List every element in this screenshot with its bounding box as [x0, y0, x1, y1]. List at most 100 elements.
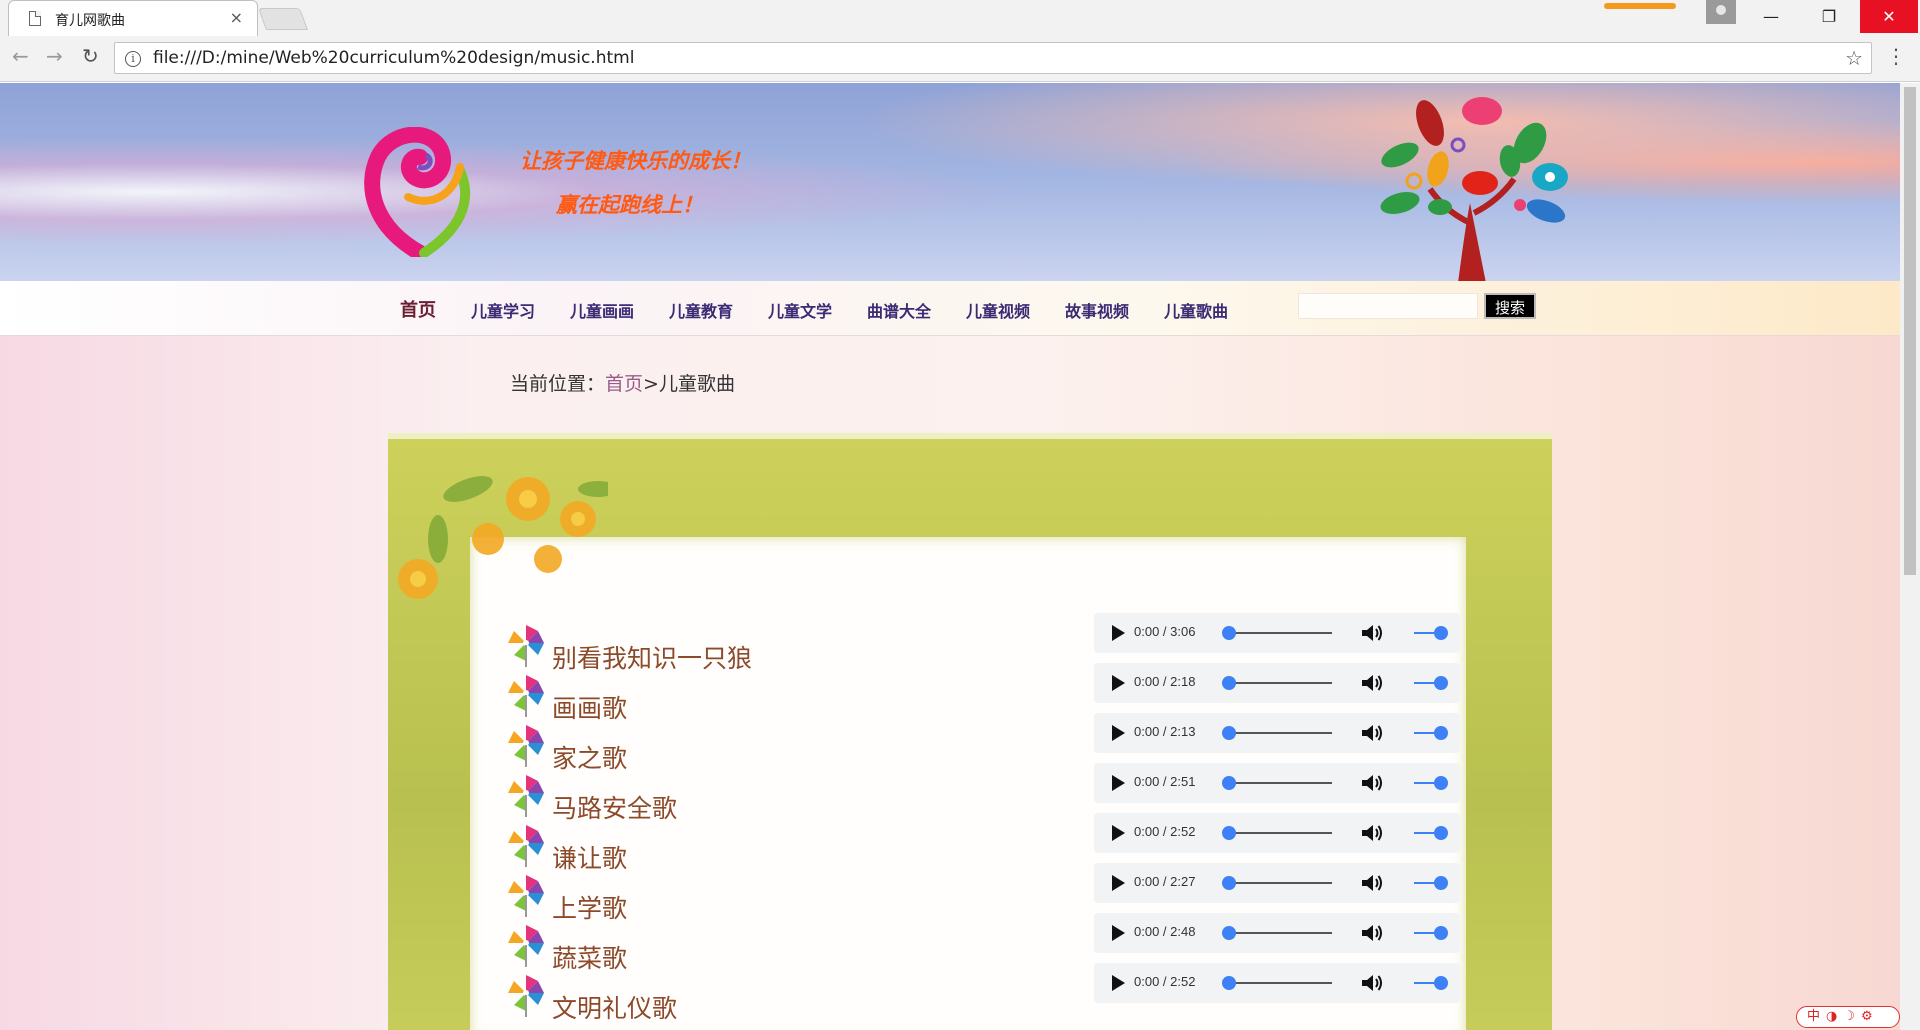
nav-home[interactable]: 首页 — [400, 296, 436, 322]
volume-thumb[interactable] — [1434, 826, 1448, 840]
play-icon[interactable] — [1112, 825, 1125, 841]
song-item[interactable]: 蔬菜歌 — [506, 923, 886, 973]
windmill-icon — [508, 725, 544, 767]
volume-thumb[interactable] — [1434, 876, 1448, 890]
info-icon[interactable]: i — [125, 51, 141, 67]
windmill-icon — [508, 975, 544, 1017]
song-item[interactable]: 家之歌 — [506, 723, 886, 773]
address-bar[interactable]: i file:///D:/mine/Web%20curriculum%20des… — [114, 42, 1872, 74]
song-title[interactable]: 谦让歌 — [552, 839, 627, 875]
bookmark-star-icon[interactable]: ☆ — [1845, 46, 1863, 70]
progress-thumb[interactable] — [1222, 876, 1236, 890]
play-icon[interactable] — [1112, 625, 1125, 641]
close-window-button[interactable]: ✕ — [1860, 0, 1918, 33]
active-tab[interactable]: 育儿网歌曲 × — [8, 0, 258, 36]
reload-icon[interactable]: ↻ — [82, 44, 99, 68]
volume-thumb[interactable] — [1434, 726, 1448, 740]
nav-story-videos[interactable]: 故事视频 — [1065, 298, 1129, 322]
volume-icon[interactable] — [1360, 922, 1384, 944]
page-scrollbar[interactable] — [1900, 83, 1920, 1030]
song-title[interactable]: 文明礼仪歌 — [552, 989, 677, 1025]
browser-menu-icon[interactable]: ⋮ — [1886, 44, 1906, 68]
song-title[interactable]: 家之歌 — [552, 739, 627, 775]
volume-icon[interactable] — [1360, 672, 1384, 694]
progress-thumb[interactable] — [1222, 926, 1236, 940]
song-title[interactable]: 上学歌 — [552, 889, 627, 925]
volume-icon[interactable] — [1360, 972, 1384, 994]
volume-icon[interactable] — [1360, 622, 1384, 644]
breadcrumb-home-link[interactable]: 首页 — [605, 373, 643, 395]
volume-thumb[interactable] — [1434, 776, 1448, 790]
song-title[interactable]: 别看我知识一只狼 — [552, 639, 752, 675]
progress-thumb[interactable] — [1222, 626, 1236, 640]
audio-player[interactable]: 0:00 / 2:48 — [1094, 913, 1460, 953]
ime-toolbar[interactable]: 中◑☽⚙ — [1796, 1006, 1900, 1028]
header-banner: 让孩子健康快乐的成长！ 赢在起跑线上！ — [0, 83, 1900, 283]
slogan-line-2: 赢在起跑线上！ — [556, 193, 703, 217]
progress-track[interactable] — [1224, 932, 1332, 934]
search-input[interactable] — [1298, 293, 1478, 319]
song-item[interactable]: 文明礼仪歌 — [506, 973, 886, 1023]
song-item[interactable]: 马路安全歌 — [506, 773, 886, 823]
audio-player[interactable]: 0:00 / 3:06 — [1094, 613, 1460, 653]
search-button[interactable]: 搜索 — [1484, 293, 1536, 319]
play-icon[interactable] — [1112, 725, 1125, 741]
breadcrumb-prefix: 当前位置： — [510, 373, 606, 395]
volume-thumb[interactable] — [1434, 676, 1448, 690]
progress-track[interactable] — [1224, 832, 1332, 834]
progress-track[interactable] — [1224, 632, 1332, 634]
volume-thumb[interactable] — [1434, 976, 1448, 990]
nav-children-education[interactable]: 儿童教育 — [669, 298, 733, 322]
volume-icon[interactable] — [1360, 822, 1384, 844]
progress-thumb[interactable] — [1222, 976, 1236, 990]
minimize-button[interactable]: — — [1742, 0, 1800, 33]
play-icon[interactable] — [1112, 975, 1125, 991]
progress-track[interactable] — [1224, 732, 1332, 734]
progress-thumb[interactable] — [1222, 826, 1236, 840]
progress-thumb[interactable] — [1222, 676, 1236, 690]
progress-track[interactable] — [1224, 682, 1332, 684]
play-icon[interactable] — [1112, 925, 1125, 941]
nav-children-drawing[interactable]: 儿童画画 — [570, 298, 634, 322]
audio-player[interactable]: 0:00 / 2:13 — [1094, 713, 1460, 753]
volume-icon[interactable] — [1360, 722, 1384, 744]
volume-icon[interactable] — [1360, 772, 1384, 794]
progress-track[interactable] — [1224, 782, 1332, 784]
play-icon[interactable] — [1112, 875, 1125, 891]
song-title[interactable]: 蔬菜歌 — [552, 939, 627, 975]
play-icon[interactable] — [1112, 775, 1125, 791]
new-tab-button[interactable] — [257, 8, 309, 30]
volume-icon[interactable] — [1360, 872, 1384, 894]
nav-children-learning[interactable]: 儿童学习 — [471, 298, 535, 322]
restore-button[interactable]: ❐ — [1800, 0, 1858, 33]
breadcrumb-separator: > — [643, 373, 659, 395]
audio-player[interactable]: 0:00 / 2:52 — [1094, 813, 1460, 853]
play-icon[interactable] — [1112, 675, 1125, 691]
song-title[interactable]: 马路安全歌 — [552, 789, 677, 825]
progress-thumb[interactable] — [1222, 776, 1236, 790]
scrollbar-thumb[interactable] — [1904, 87, 1916, 575]
tab-close-icon[interactable]: × — [230, 8, 243, 27]
nav-music-scores[interactable]: 曲谱大全 — [867, 298, 931, 322]
progress-thumb[interactable] — [1222, 726, 1236, 740]
volume-thumb[interactable] — [1434, 626, 1448, 640]
song-item[interactable]: 画画歌 — [506, 673, 886, 723]
forward-arrow-icon[interactable]: → — [46, 44, 63, 68]
audio-player[interactable]: 0:00 / 2:52 — [1094, 963, 1460, 1003]
song-item[interactable]: 别看我知识一只狼 — [506, 623, 886, 673]
volume-thumb[interactable] — [1434, 926, 1448, 940]
profile-icon[interactable] — [1706, 0, 1736, 24]
progress-track[interactable] — [1224, 882, 1332, 884]
url-text[interactable]: file:///D:/mine/Web%20curriculum%20desig… — [153, 48, 634, 68]
nav-children-videos[interactable]: 儿童视频 — [966, 298, 1030, 322]
nav-children-literature[interactable]: 儿童文学 — [768, 298, 832, 322]
back-arrow-icon[interactable]: ← — [12, 44, 29, 68]
song-item[interactable]: 上学歌 — [506, 873, 886, 923]
song-item[interactable]: 谦让歌 — [506, 823, 886, 873]
audio-player[interactable]: 0:00 / 2:18 — [1094, 663, 1460, 703]
song-title[interactable]: 画画歌 — [552, 689, 627, 725]
progress-track[interactable] — [1224, 982, 1332, 984]
audio-player[interactable]: 0:00 / 2:51 — [1094, 763, 1460, 803]
audio-player[interactable]: 0:00 / 2:27 — [1094, 863, 1460, 903]
nav-children-songs[interactable]: 儿童歌曲 — [1164, 298, 1228, 322]
